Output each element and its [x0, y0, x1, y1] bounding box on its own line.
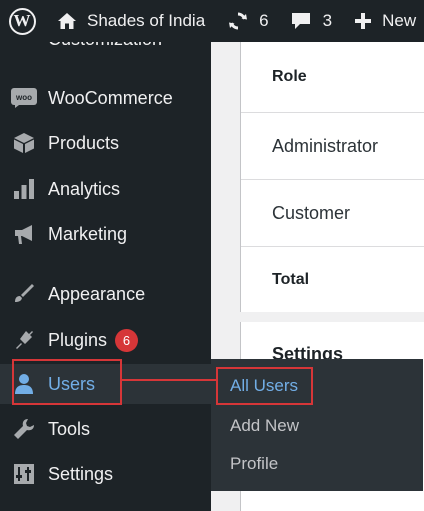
submenu-item-profile[interactable]: Profile: [230, 454, 278, 474]
site-name: Shades of India: [87, 11, 206, 30]
paintbrush-icon: [11, 281, 37, 307]
role-cell: Customer: [272, 202, 351, 223]
sidebar-item-products[interactable]: Products: [0, 123, 211, 163]
megaphone-icon: [11, 221, 37, 247]
bar-chart-icon: [11, 176, 37, 202]
table-header-row: Role: [241, 42, 424, 113]
submenu-item-label: All Users: [230, 376, 299, 395]
wordpress-logo-button[interactable]: W: [0, 0, 44, 42]
total-label: Total: [272, 270, 310, 288]
submenu-item-all-users[interactable]: All Users: [216, 367, 313, 405]
comment-icon: [291, 13, 310, 29]
sidebar-item-customization-partial[interactable]: Customization: [48, 42, 162, 50]
comments-button[interactable]: 3: [291, 0, 332, 42]
woo-icon: woo: [11, 85, 37, 111]
site-name-link[interactable]: Shades of India: [57, 0, 205, 42]
comments-count: 3: [322, 11, 333, 30]
users-highlight-box: [12, 359, 122, 405]
wrench-icon: [11, 416, 37, 442]
plus-icon: [355, 13, 372, 29]
sidebar-item-appearance[interactable]: Appearance: [0, 274, 211, 314]
table-row: Administrator: [241, 113, 424, 180]
new-label: New: [382, 11, 417, 30]
admin-sidebar: Customization woo WooCommerce Products: [0, 42, 211, 511]
table-row: Customer: [241, 180, 424, 247]
box-icon: [11, 130, 37, 156]
plugins-update-badge: 6: [115, 328, 138, 352]
sidebar-item-settings[interactable]: Settings: [0, 454, 211, 494]
sidebar-item-plugins[interactable]: Plugins 6: [0, 320, 211, 360]
new-content-button[interactable]: New: [354, 0, 416, 42]
sidebar-item-woocommerce[interactable]: woo WooCommerce: [0, 78, 211, 118]
updates-count: 6: [259, 11, 269, 30]
sidebar-item-label: Settings: [48, 463, 114, 484]
roles-table: Role Administrator Customer Total: [240, 42, 424, 312]
sidebar-item-label: Products: [48, 132, 120, 153]
updates-button[interactable]: 6: [227, 0, 269, 42]
plug-icon: [11, 327, 37, 353]
sidebar-item-label: Analytics: [48, 178, 121, 199]
sidebar-item-label: Tools: [48, 418, 91, 439]
svg-text:woo: woo: [15, 93, 32, 102]
home-icon: [58, 13, 76, 29]
admin-bar: W Shades of India 6 3 New: [0, 0, 424, 42]
highlight-connector-line: [122, 379, 217, 381]
sidebar-item-label: Plugins: [48, 329, 108, 350]
sidebar-item-tools[interactable]: Tools: [0, 409, 211, 449]
sidebar-item-analytics[interactable]: Analytics: [0, 169, 211, 209]
table-footer-row: Total: [241, 247, 424, 312]
sidebar-item-label: Marketing: [48, 223, 128, 244]
refresh-icon: [229, 12, 248, 30]
submenu-item-add-new[interactable]: Add New: [230, 416, 299, 436]
column-header-role: Role: [272, 68, 307, 85]
role-cell: Administrator: [272, 135, 379, 156]
sidebar-item-marketing[interactable]: Marketing: [0, 214, 211, 254]
sidebar-item-label: WooCommerce: [48, 87, 173, 108]
sidebar-item-label: Appearance: [48, 283, 146, 304]
wordpress-icon: W: [8, 7, 36, 35]
users-flyout-submenu: All Users Add New Profile: [211, 359, 423, 491]
settings-icon: [11, 461, 37, 487]
